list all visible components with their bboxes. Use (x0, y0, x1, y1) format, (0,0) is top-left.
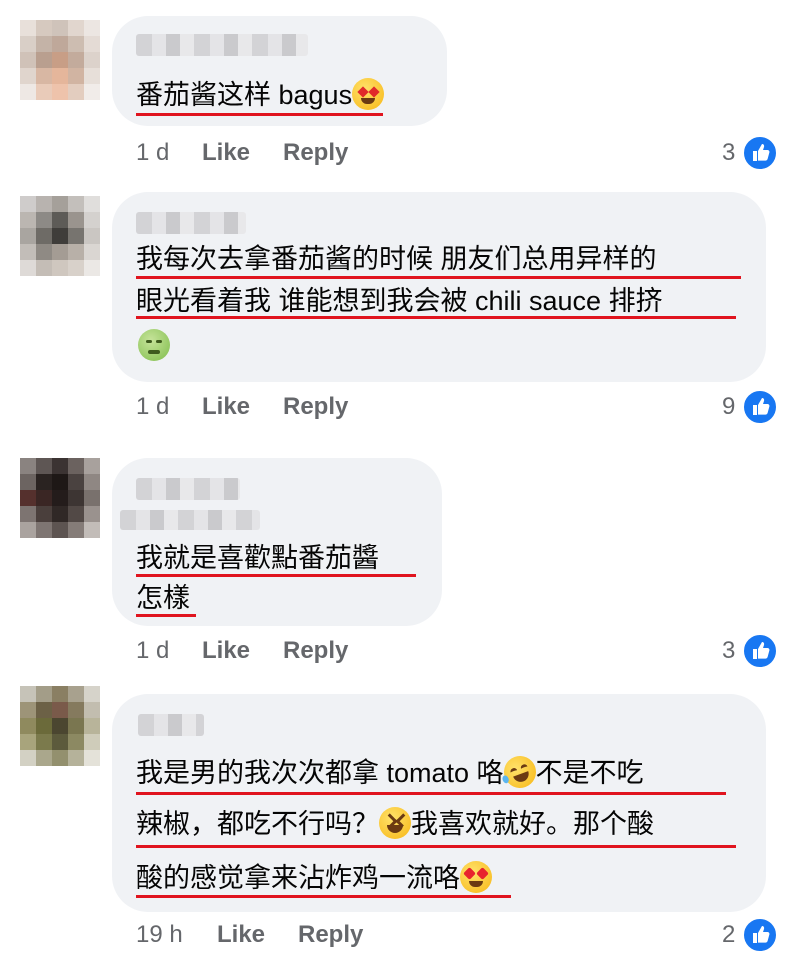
comment-timestamp[interactable]: 1 d (136, 393, 169, 421)
grinning-squinting-emoji (379, 807, 411, 839)
reply-button[interactable]: Reply (283, 637, 348, 665)
heart-eyes-emoji (460, 861, 492, 893)
like-button[interactable]: Like (202, 139, 250, 167)
commenter-name-redacted[interactable] (136, 34, 308, 56)
reply-button[interactable]: Reply (283, 139, 348, 167)
commenter-name-redacted (120, 510, 260, 530)
like-button[interactable]: Like (217, 921, 265, 949)
avatar[interactable] (20, 686, 100, 766)
reaction-count[interactable]: 3 (722, 139, 735, 167)
commenter-name-redacted[interactable] (138, 714, 204, 736)
highlight-underline (136, 895, 511, 898)
nauseated-face-emoji (138, 329, 170, 361)
like-button[interactable]: Like (202, 637, 250, 665)
comment-text-line: 酸的感觉拿来沾炸鸡一流咯 (136, 863, 460, 893)
reply-button[interactable]: Reply (298, 921, 363, 949)
commenter-name-redacted[interactable] (136, 478, 240, 500)
comment-text-line: 番茄酱这样 bagus (136, 80, 353, 110)
highlight-underline (136, 845, 736, 848)
reaction-count[interactable]: 2 (722, 921, 735, 949)
comment-text-line: 我是男的我次次都拿 tomato 咯 (136, 758, 504, 788)
comment-timestamp[interactable]: 19 h (136, 921, 183, 949)
comment-timestamp[interactable]: 1 d (136, 637, 169, 665)
like-button[interactable]: Like (202, 393, 250, 421)
commenter-name-redacted[interactable] (136, 212, 246, 234)
comment-timestamp[interactable]: 1 d (136, 139, 169, 167)
avatar[interactable] (20, 196, 100, 276)
highlight-underline (136, 113, 383, 116)
thumbs-up-icon[interactable] (741, 134, 779, 172)
reaction-count[interactable]: 3 (722, 637, 735, 665)
comment-text-line: 辣椒，都吃不行吗？ (136, 809, 379, 839)
comment-text-line: 不是不吃 (535, 758, 644, 788)
comment-text: 辣椒，都吃不行吗？ 我喜欢就好。那个酸 (136, 801, 654, 847)
reply-button[interactable]: Reply (283, 393, 348, 421)
avatar[interactable] (20, 458, 100, 538)
comment-text: 我是男的我次次都拿 tomato 咯 不是不吃 (136, 750, 644, 796)
highlight-underline (136, 316, 736, 319)
thumbs-up-icon[interactable] (741, 916, 779, 954)
thumbs-up-icon[interactable] (741, 388, 779, 426)
reaction-count[interactable]: 9 (722, 393, 735, 421)
comment-text-line: 我喜欢就好。那个酸 (411, 809, 654, 839)
highlight-underline (136, 614, 196, 617)
rofl-emoji (499, 751, 541, 793)
avatar[interactable] (20, 20, 100, 100)
highlight-underline (136, 792, 726, 795)
star-struck-emoji (352, 78, 385, 110)
thumbs-up-icon[interactable] (741, 632, 779, 670)
comment-text: 番茄酱这样 bagus (136, 72, 385, 118)
